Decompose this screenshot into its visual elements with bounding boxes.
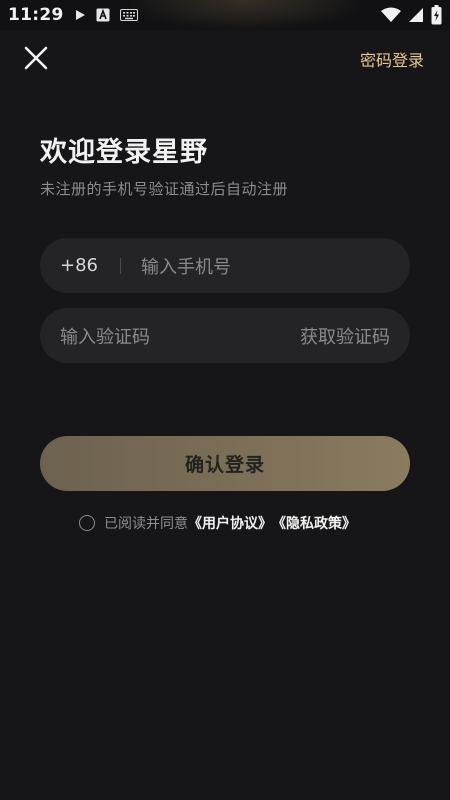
agree-radio[interactable] <box>79 515 95 531</box>
page-title: 欢迎登录星野 <box>40 137 208 168</box>
privacy-policy-link[interactable]: 《隐私政策》 <box>272 513 356 533</box>
agreement-row: 已阅读并同意 《用户协议》 《隐私政策》 <box>79 512 356 534</box>
code-input[interactable]: 输入验证码 <box>60 323 150 349</box>
page-subtitle: 未注册的手机号验证通过后自动注册 <box>40 180 289 198</box>
confirm-login-button[interactable]: 确认登录 <box>40 436 410 491</box>
play-icon <box>74 9 86 21</box>
status-bar-background-art <box>130 0 360 30</box>
phone-input[interactable]: 输入手机号 <box>141 253 231 279</box>
status-right <box>381 0 442 30</box>
wifi-icon <box>381 7 401 23</box>
keyboard-icon <box>119 9 138 21</box>
app-a-icon <box>96 8 110 22</box>
signal-icon <box>408 7 424 23</box>
field-divider <box>120 257 121 274</box>
agreement-text: 已阅读并同意 <box>104 516 188 532</box>
battery-charging-icon <box>431 5 442 25</box>
user-agreement-link[interactable]: 《用户协议》 <box>188 513 272 533</box>
get-code-button[interactable]: 获取验证码 <box>300 323 390 349</box>
status-bar: 11:29 <box>0 0 450 30</box>
status-time: 11:29 <box>8 5 64 25</box>
code-field[interactable]: 输入验证码 获取验证码 <box>40 308 410 363</box>
phone-field[interactable]: +86 输入手机号 <box>40 238 410 293</box>
status-left: 11:29 <box>8 0 138 30</box>
close-icon[interactable] <box>20 42 52 74</box>
password-login-link[interactable]: 密码登录 <box>360 47 424 71</box>
country-code[interactable]: +86 <box>60 255 98 276</box>
